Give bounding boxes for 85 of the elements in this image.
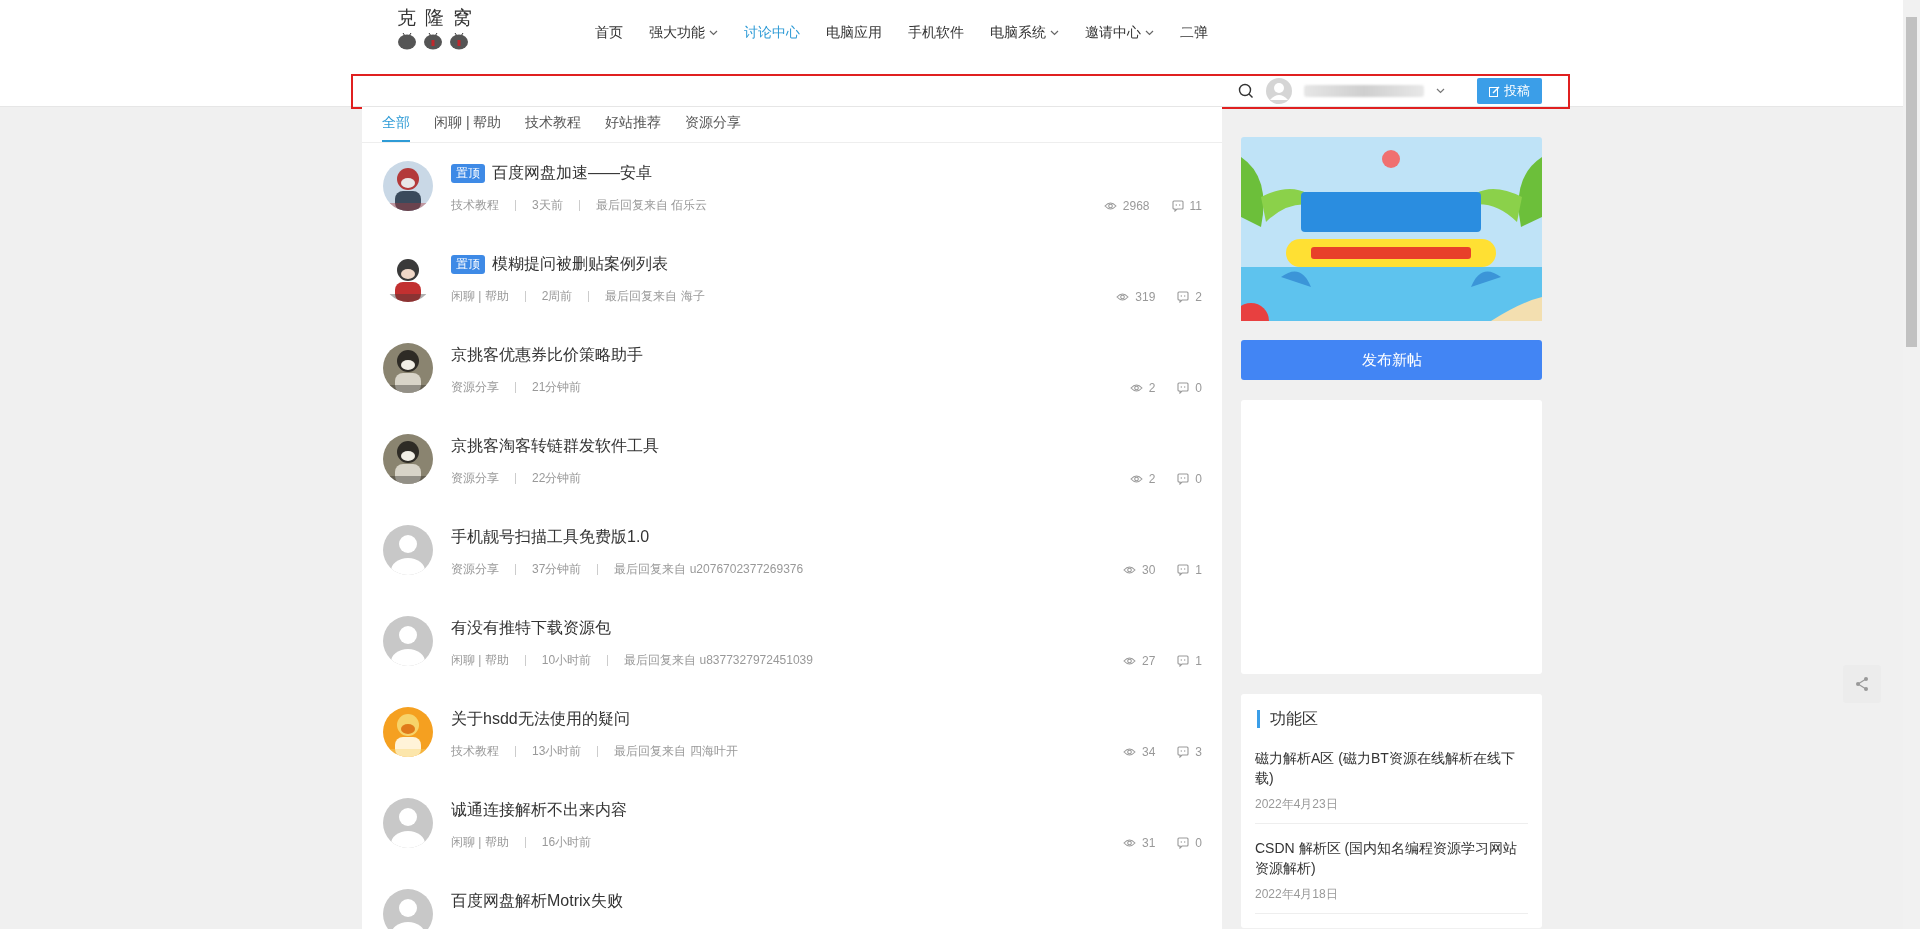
eye-icon <box>1116 291 1130 302</box>
eye-icon <box>1122 746 1136 757</box>
eye-icon <box>1103 200 1117 211</box>
comment-icon <box>1171 199 1184 212</box>
thread-time: 37分钟前 <box>532 561 582 578</box>
category-tab[interactable]: 资源分享 <box>685 107 742 142</box>
redacted-username[interactable] <box>1304 85 1424 97</box>
feature-link[interactable]: 磁力解析A区 (磁力BT资源在线解析在线下载) <box>1255 748 1528 788</box>
view-count: 2 <box>1148 471 1156 486</box>
view-count: 319 <box>1135 289 1156 304</box>
comment-count: 1 <box>1195 653 1202 668</box>
comment-icon <box>1177 381 1190 394</box>
nav-link[interactable]: 手机软件 <box>895 20 977 46</box>
pinned-badge: 置顶 <box>451 163 485 183</box>
nav-link[interactable]: 首页 <box>582 20 636 46</box>
thread-title[interactable]: 百度网盘加速——安卓 <box>492 162 652 184</box>
view-count: 2 <box>1148 380 1156 395</box>
eye-icon <box>1122 655 1136 666</box>
post-date: 2022年4月18日 <box>1255 886 1339 903</box>
site-logo-text[interactable]: 克 隆 窝 <box>397 6 474 30</box>
comment-count: 3 <box>1195 744 1202 759</box>
thread-time: 21分钟前 <box>532 379 582 396</box>
comment-count: 11 <box>1189 198 1202 213</box>
edit-icon <box>1489 85 1500 97</box>
thread-title[interactable]: 关于hsdd无法使用的疑问 <box>451 708 630 730</box>
view-count: 30 <box>1141 562 1156 577</box>
view-count: 31 <box>1141 835 1156 850</box>
comment-icon <box>1177 745 1190 758</box>
share-button[interactable] <box>1843 665 1881 703</box>
post-date: 2022年4月23日 <box>1255 796 1339 813</box>
pinned-badge: 置顶 <box>451 254 485 274</box>
new-post-button[interactable]: 发布新帖 <box>1241 340 1542 380</box>
eye-icon <box>1122 564 1136 575</box>
thread-time: 2周前 <box>541 288 573 305</box>
category-tab[interactable]: 技术教程 <box>525 107 582 142</box>
nav-link[interactable]: 强大功能 <box>636 20 731 46</box>
eye-icon <box>1129 382 1143 393</box>
view-count: 34 <box>1141 744 1156 759</box>
last-reply: 最后回复来自 佰乐云 <box>595 197 708 214</box>
comment-count: 1 <box>1195 562 1202 577</box>
thread-title[interactable]: 京挑客优惠券比价策略助手 <box>451 344 643 366</box>
view-count: 2968 <box>1122 198 1150 213</box>
chevron-down-icon <box>709 30 718 36</box>
share-icon <box>1854 676 1870 692</box>
chevron-down-icon <box>1050 30 1059 36</box>
comment-icon <box>1177 563 1190 576</box>
comment-count: 2 <box>1195 289 1202 304</box>
thread-time: 13小时前 <box>532 743 582 760</box>
eye-icon <box>1122 837 1136 848</box>
comment-icon <box>1177 654 1190 667</box>
comment-count: 0 <box>1195 380 1202 395</box>
last-reply: 最后回复来自 海子 <box>605 288 705 305</box>
category-tab[interactable]: 闲聊 | 帮助 <box>434 107 502 142</box>
nav-link[interactable]: 电脑系统 <box>977 20 1072 46</box>
eye-icon <box>1129 473 1143 484</box>
thread-title[interactable]: 百度网盘解析Motrix失败 <box>451 890 623 912</box>
nav-link[interactable]: 二弹 <box>1167 20 1221 46</box>
comment-count: 0 <box>1195 835 1202 850</box>
logo-bugs-drawing <box>397 30 469 50</box>
card-title: 功能区 <box>1257 710 1528 728</box>
comment-icon <box>1177 836 1190 849</box>
comment-count: 0 <box>1195 471 1202 486</box>
nav-link[interactable]: 电脑应用 <box>813 20 895 46</box>
thread-time: 10小时前 <box>541 652 592 669</box>
last-reply: 最后回复来自 u8377327972451039 <box>624 652 813 669</box>
comment-icon <box>1177 290 1190 303</box>
thread-time: 22分钟前 <box>532 470 582 487</box>
chevron-down-icon[interactable] <box>1436 88 1445 94</box>
thread-time: 16小时前 <box>541 834 592 851</box>
comment-icon <box>1177 472 1190 485</box>
thread-title[interactable]: 京挑客淘客转链群发软件工具 <box>451 435 659 457</box>
thread-title[interactable]: 手机靓号扫描工具免费版1.0 <box>451 526 650 548</box>
category-tab[interactable]: 好站推荐 <box>605 107 662 142</box>
nav-link[interactable]: 邀请中心 <box>1072 20 1167 46</box>
thread-title[interactable]: 模糊提问被删贴案例列表 <box>492 253 668 275</box>
chevron-down-icon <box>1145 30 1154 36</box>
search-icon[interactable] <box>1238 83 1254 99</box>
thread-time: 3天前 <box>532 197 563 214</box>
thread-title[interactable]: 有没有推特下载资源包 <box>451 617 611 639</box>
last-reply: 最后回复来自 四海叶开 <box>614 743 738 760</box>
feature-link[interactable]: CSDN 解析区 (国内知名编程资源学习网站资源解析) <box>1255 838 1528 878</box>
thread-title[interactable]: 诚通连接解析不出来内容 <box>451 799 627 821</box>
user-avatar-icon[interactable] <box>1266 78 1292 104</box>
last-reply: 最后回复来自 u2076702377269376 <box>614 561 804 578</box>
view-count: 27 <box>1141 653 1156 668</box>
